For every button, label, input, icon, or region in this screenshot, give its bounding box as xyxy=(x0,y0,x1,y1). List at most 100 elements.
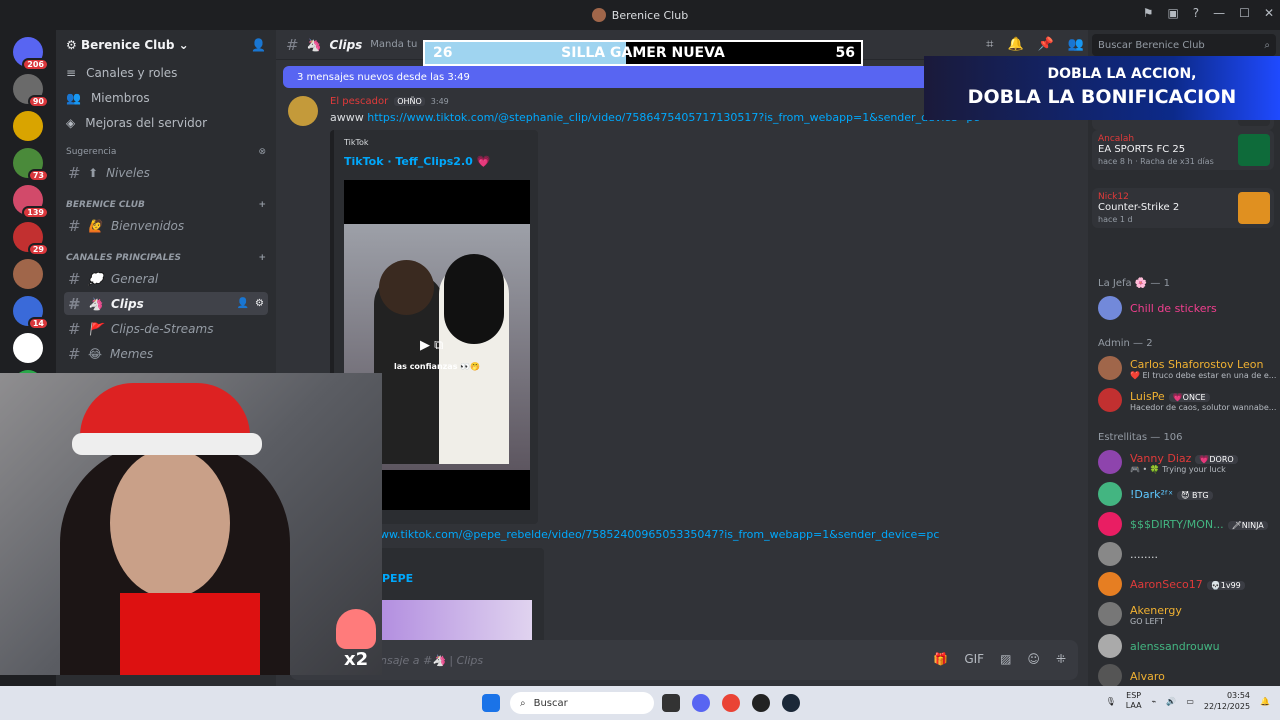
guild-tag: 💗ONCE xyxy=(1168,392,1210,402)
server-icon[interactable]: 206 xyxy=(13,37,49,71)
title-bar: Berenice Club ⚑ ▣ ? — ☐ ✕ xyxy=(0,0,1280,30)
steam-icon[interactable] xyxy=(782,694,800,712)
author-name[interactable]: El pescador xyxy=(330,96,388,107)
member-item[interactable]: ........ xyxy=(1098,542,1276,566)
member-list-icon[interactable]: 👥 xyxy=(1068,37,1084,52)
server-icon[interactable] xyxy=(13,333,43,363)
invite-icon[interactable]: 👤 xyxy=(237,298,249,309)
dismiss-icon[interactable]: ⊗ xyxy=(258,147,266,157)
activity-card[interactable]: Ancalah EA SPORTS FC 25 hace 8 h · Racha d… xyxy=(1092,130,1274,170)
channel-clips[interactable]: # 🦄 Clips 👤 ⚙ xyxy=(64,292,268,315)
emoji-icon[interactable]: ☺ xyxy=(1027,652,1040,666)
channel-bienvenidos[interactable]: # 🙋 Bienvenidos xyxy=(64,214,268,237)
hash-icon: # xyxy=(68,269,81,288)
add-channel-icon[interactable]: + xyxy=(258,253,266,263)
search-input[interactable]: Buscar Berenice Club ⌕ xyxy=(1092,34,1276,56)
channel-niveles[interactable]: # ⬆ Niveles xyxy=(64,161,268,184)
server-icon[interactable] xyxy=(13,259,43,289)
guild-tag: 🗡NINJA xyxy=(1227,521,1268,530)
message: ww.tiktok.com/@pepe_rebelde/video/758524… xyxy=(380,528,939,541)
screen-icon[interactable]: ▣ xyxy=(1167,6,1178,20)
avatar xyxy=(1098,450,1122,474)
sticker-icon[interactable]: ▨ xyxy=(1000,652,1011,666)
avatar[interactable] xyxy=(288,96,318,126)
embed-title[interactable]: TikTok · Teff_Clips2.0 💗 xyxy=(344,155,528,168)
member-item[interactable]: !Dark²ᶠˣ 😈 BTG xyxy=(1098,482,1276,506)
channel-memes[interactable]: # 😂 Memes xyxy=(64,342,268,365)
member-item[interactable]: alenssandrouwu xyxy=(1098,634,1276,658)
server-icon[interactable]: 139 xyxy=(13,185,49,219)
server-header[interactable]: ⚙ Berenice Club ⌄ 👤 xyxy=(56,30,276,60)
message-link[interactable]: https://www.tiktok.com/@stephanie_clip/v… xyxy=(367,111,979,124)
chrome-icon[interactable] xyxy=(722,694,740,712)
suggestion-header: Sugerencia ⊗ xyxy=(66,147,266,157)
network-icon[interactable]: ⌁ xyxy=(1152,697,1157,706)
minimize-button[interactable]: — xyxy=(1213,6,1225,20)
channel-name: Clips xyxy=(329,37,363,52)
inbox-icon[interactable]: ⚑ xyxy=(1143,6,1154,20)
add-channel-icon[interactable]: + xyxy=(258,200,266,210)
mic-icon[interactable]: 🎙 xyxy=(1106,697,1116,706)
search-icon: ⌕ xyxy=(520,697,526,709)
avatar xyxy=(1098,572,1122,596)
guild-tag: 💀1v99 xyxy=(1206,581,1245,590)
start-icon[interactable] xyxy=(482,694,500,712)
member-item[interactable]: $$$DIRTY/MON... 🗡NINJA xyxy=(1098,512,1276,536)
role-group-header: Estrellitas — 106 xyxy=(1098,432,1183,443)
apps-icon[interactable]: ⁜ xyxy=(1056,652,1066,666)
message-composer[interactable]: nsaje a #🦄 | Clips 🎁 GIF ▨ ☺ ⁜ xyxy=(290,640,1078,680)
member-item[interactable]: Akenergy GO LEFT xyxy=(1098,602,1276,626)
member-item[interactable]: AaronSeco17 💀1v99 xyxy=(1098,572,1276,596)
member-item[interactable]: Alvaro xyxy=(1098,664,1276,686)
member-item[interactable]: Carlos Shaforostov Leon ❤️ El truco debe … xyxy=(1098,356,1276,380)
server-boost-item[interactable]: ◈ Mejoras del servidor xyxy=(56,110,276,135)
members-item[interactable]: 👥 Miembros xyxy=(56,85,276,110)
message-link[interactable]: ww.tiktok.com/@pepe_rebelde/video/758524… xyxy=(380,528,939,541)
message-input[interactable]: nsaje a #🦄 | Clips xyxy=(380,654,483,667)
server-icon[interactable]: 14 xyxy=(13,296,49,330)
activity-card[interactable]: Nick12 Counter-Strike 2 hace 1 d xyxy=(1092,188,1274,228)
server-icon[interactable]: 29 xyxy=(13,222,49,256)
gif-icon[interactable]: GIF xyxy=(964,652,984,666)
channels-roles-item[interactable]: ≡ Canales y roles xyxy=(56,60,276,85)
clock[interactable]: 03:54 22/12/2025 xyxy=(1204,690,1250,712)
bell-icon[interactable]: 🔔 xyxy=(1007,37,1023,52)
discord-icon[interactable] xyxy=(692,694,710,712)
category-header[interactable]: CANALES PRINCIPALES + xyxy=(56,251,276,265)
pin-icon[interactable]: 📌 xyxy=(1038,37,1054,52)
goal-label: SILLA GAMER NUEVA xyxy=(561,45,725,61)
server-icon[interactable]: 73 xyxy=(13,148,49,182)
maximize-button[interactable]: ☐ xyxy=(1239,6,1250,20)
taskbar-search[interactable]: ⌕ Buscar xyxy=(510,692,654,714)
gift-icon[interactable]: 🎁 xyxy=(933,652,948,666)
channel-emoji: 💭 xyxy=(88,271,103,286)
close-button[interactable]: ✕ xyxy=(1264,6,1274,20)
server-icon[interactable]: 90 xyxy=(13,74,49,108)
member-item[interactable]: Chill de stickers xyxy=(1098,296,1276,320)
member-item[interactable]: Vanny Diaz 💗DORO 🎮 • 🍀 Trying your luck xyxy=(1098,450,1276,474)
mention-badge: 206 xyxy=(22,58,49,71)
notification-icon[interactable]: 🔔 xyxy=(1260,697,1270,706)
channel-clips-de-streams[interactable]: # 🚩 Clips-de-Streams xyxy=(64,317,268,340)
help-icon[interactable]: ? xyxy=(1193,6,1199,20)
channel-topic[interactable]: Manda tu xyxy=(370,39,417,50)
gear-icon[interactable]: ⚙ xyxy=(255,298,264,309)
add-member-icon[interactable]: 👤 xyxy=(251,38,266,52)
boost-icon: ◈ xyxy=(66,115,76,130)
video-caption: las confianzas 👀🤭 xyxy=(394,362,481,371)
category-header[interactable]: BERENICE CLUB + xyxy=(56,198,276,212)
member-item[interactable]: LuisPe 💗ONCE Hacedor de caos, solutor wann… xyxy=(1098,388,1276,412)
task-view-icon[interactable] xyxy=(662,694,680,712)
server-icon[interactable] xyxy=(13,111,43,141)
webcam-overlay: x2 xyxy=(0,373,382,675)
battery-icon[interactable]: ▭ xyxy=(1186,697,1194,706)
new-messages-bar[interactable]: 3 mensajes nuevos desde las 3:49 xyxy=(283,66,943,88)
embed-title[interactable]: PEPE xyxy=(382,572,413,585)
channel-general[interactable]: # 💭 General xyxy=(64,267,268,290)
guild-tag: OHÑO xyxy=(394,97,425,106)
window-title: Berenice Club xyxy=(611,8,689,22)
obs-icon[interactable] xyxy=(752,694,770,712)
volume-icon[interactable]: 🔊 xyxy=(1166,697,1176,706)
threads-icon[interactable]: ⌗ xyxy=(986,37,993,52)
play-icon[interactable]: ▶ ⧉ xyxy=(420,338,443,353)
